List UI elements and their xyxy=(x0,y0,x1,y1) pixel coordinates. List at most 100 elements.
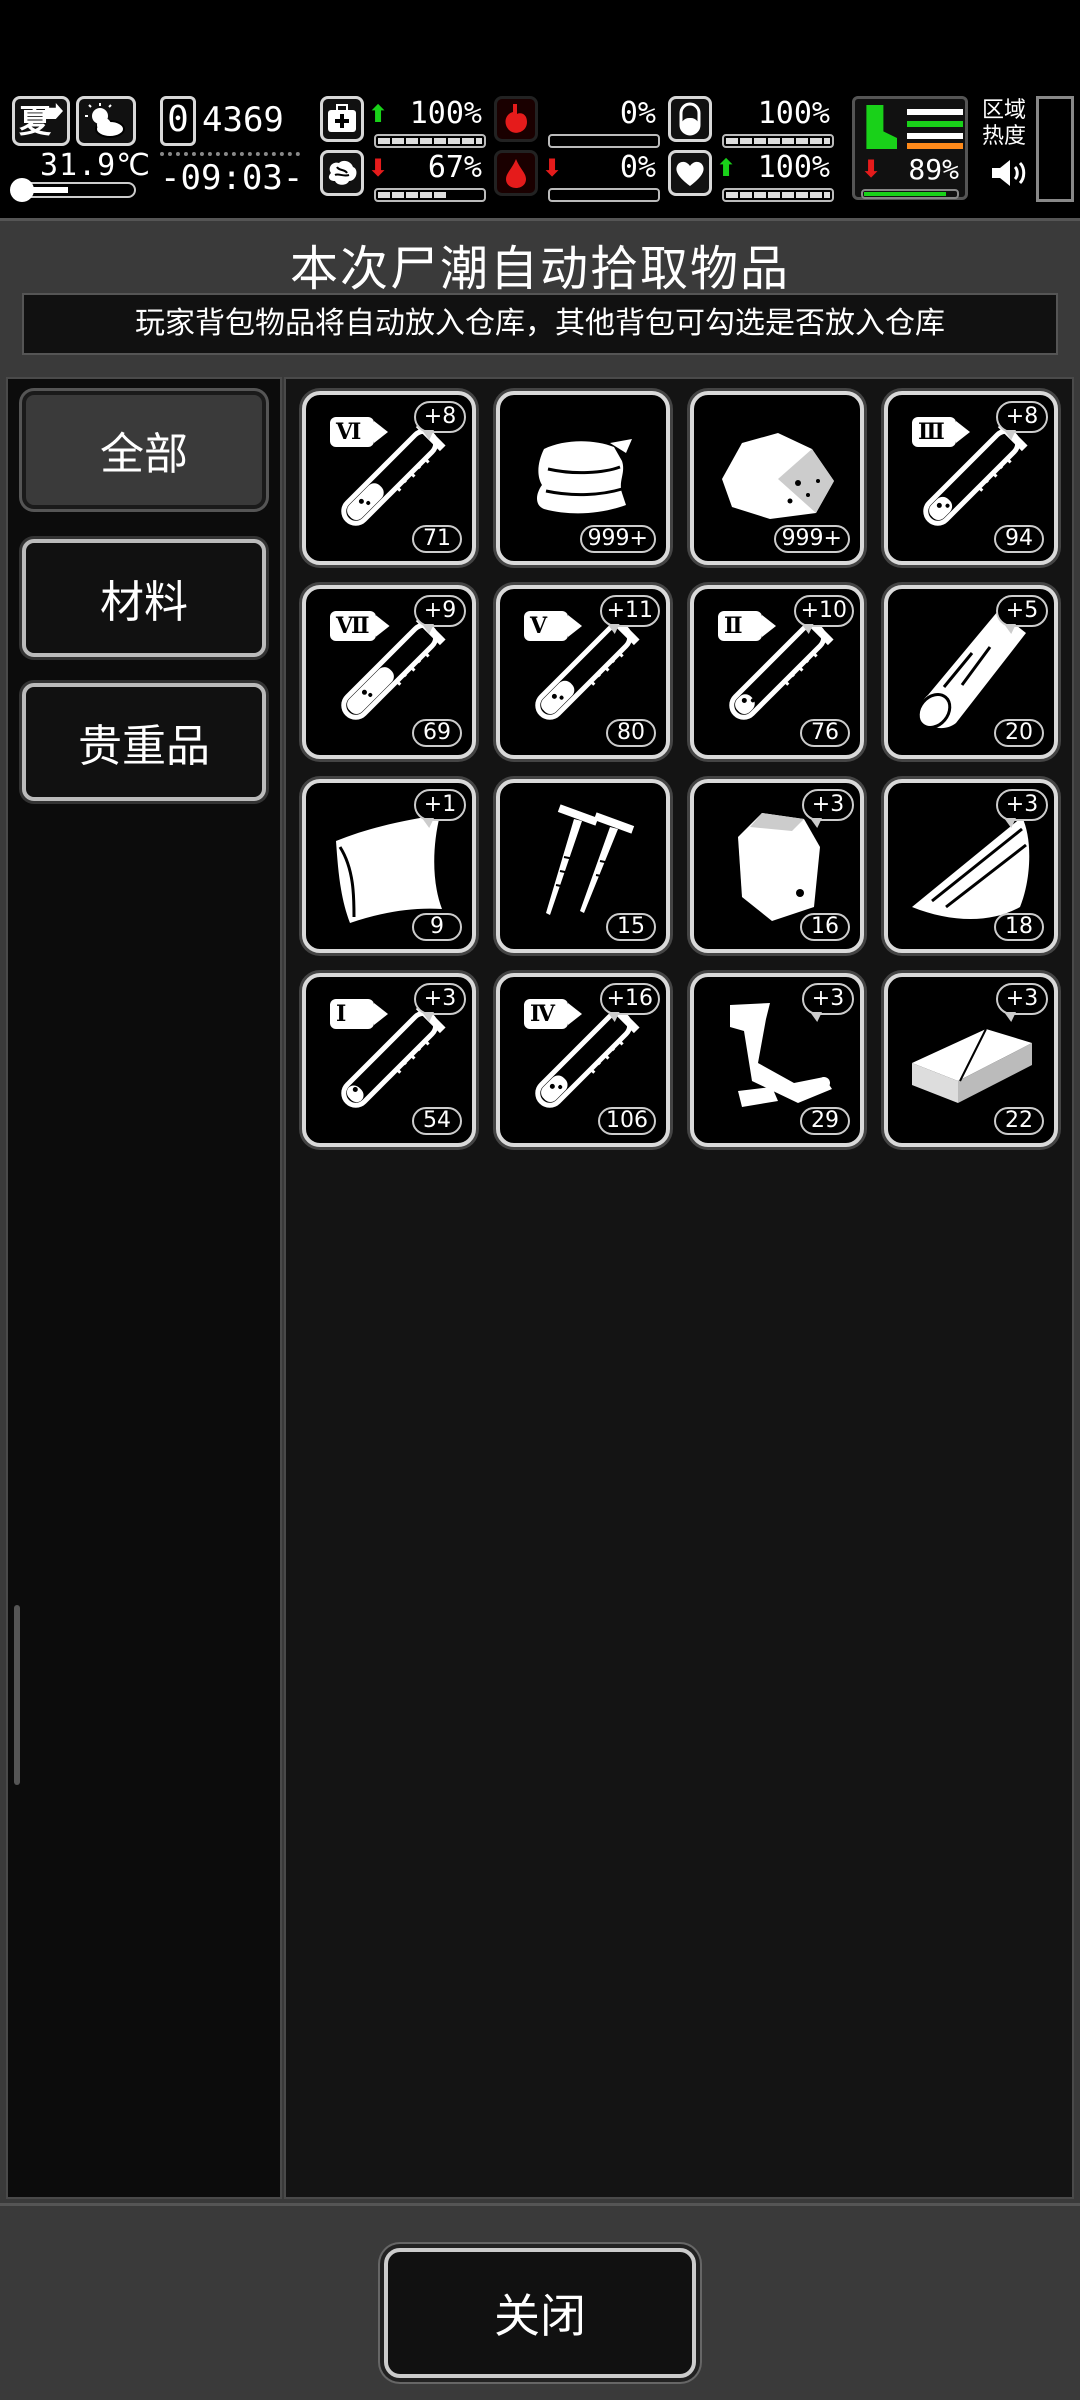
item-bonus-badge: +8 xyxy=(996,401,1048,433)
item-bonus-badge: +8 xyxy=(414,401,466,433)
stat-thirst[interactable]: 100% xyxy=(668,96,834,148)
item-grid: Ⅵ +8 71 999+ 999+ Ⅲ +8 94 Ⅶ +9 69 Ⅴ +11 80 Ⅱ +10 76 +5 20 +… xyxy=(302,391,1062,1147)
item-slot[interactable]: Ⅶ +9 69 xyxy=(302,585,476,759)
stat-heart[interactable]: ⬆ 100% xyxy=(668,150,834,202)
item-count: 18 xyxy=(994,913,1044,941)
item-grade-badge: Ⅰ xyxy=(330,999,374,1029)
item-count: 22 xyxy=(994,1107,1044,1135)
item-slot[interactable]: 999+ xyxy=(690,391,864,565)
close-button[interactable]: 关闭 xyxy=(384,2248,696,2378)
item-slot[interactable]: +1 9 xyxy=(302,779,476,953)
thermometer-icon xyxy=(10,178,136,202)
status-bar: 夏 31.9℃ 0 4369 -09:03- ⬆ 100% 0% 100% ⬇ … xyxy=(0,88,1080,208)
zone-label-line-1: 区域 xyxy=(982,98,1027,123)
item-grade-badge: Ⅱ xyxy=(718,611,762,641)
item-grade-badge: Ⅴ xyxy=(524,611,568,641)
item-count: 999+ xyxy=(579,525,656,553)
zone-label-line-2: 热度 xyxy=(982,124,1027,149)
arrow-up-icon: ⬆ xyxy=(368,100,389,128)
weather-button[interactable] xyxy=(76,96,136,146)
tab-valuables[interactable]: 贵重品 xyxy=(22,683,266,801)
stat-mental[interactable]: ⬇ 67% xyxy=(320,150,486,202)
category-sidebar: 全部 材料 贵重品 xyxy=(6,377,282,2199)
item-bonus-badge: +3 xyxy=(996,789,1048,821)
stat-health-value: 100% xyxy=(409,96,482,131)
panel-subtitle: 玩家背包物品将自动放入仓库，其他背包可勾选是否放入仓库 xyxy=(22,293,1058,355)
item-grade-badge: Ⅵ xyxy=(330,417,374,447)
capsule-icon xyxy=(668,96,712,142)
sidebar-scrollbar[interactable] xyxy=(14,1605,20,1785)
money-readout: 4369 xyxy=(202,100,284,140)
item-count: 20 xyxy=(994,719,1044,747)
item-slot[interactable]: Ⅴ +11 80 xyxy=(496,585,670,759)
arrow-down-icon: ⬇ xyxy=(861,155,882,183)
stat-mental-value: 67% xyxy=(427,150,482,185)
stamina-bar xyxy=(861,189,959,199)
stomach-icon xyxy=(494,96,538,142)
item-count: 106 xyxy=(598,1107,656,1135)
zone-heat-label: 区域 热度 xyxy=(982,98,1032,150)
item-bonus-badge: +3 xyxy=(996,983,1048,1015)
item-grid-area: Ⅵ +8 71 999+ 999+ Ⅲ +8 94 Ⅶ +9 69 Ⅴ +11 80 Ⅱ +10 76 +5 20 +… xyxy=(284,377,1074,2199)
tab-all[interactable]: 全部 xyxy=(22,391,266,509)
first-aid-kit-icon xyxy=(320,96,364,142)
season-indicator[interactable]: 夏 xyxy=(12,96,70,146)
arrow-up-icon: ⬆ xyxy=(716,154,737,182)
stat-thirst-bar xyxy=(722,134,834,148)
blood-drop-icon xyxy=(494,150,538,196)
item-slot[interactable]: Ⅲ +8 94 xyxy=(884,391,1058,565)
item-bonus-badge: +1 xyxy=(414,789,466,821)
item-bonus-badge: +10 xyxy=(793,595,854,627)
item-count: 15 xyxy=(606,913,656,941)
item-slot[interactable]: +3 18 xyxy=(884,779,1058,953)
item-bonus-badge: +11 xyxy=(599,595,660,627)
item-slot[interactable]: 999+ xyxy=(496,391,670,565)
arrow-down-icon: ⬇ xyxy=(542,154,563,182)
stat-bleeding-value: 0% xyxy=(619,150,656,185)
item-bonus-badge: +3 xyxy=(802,789,854,821)
stat-heart-bar xyxy=(722,188,834,202)
item-slot[interactable]: Ⅰ +3 54 xyxy=(302,973,476,1147)
stamina-value: 89% xyxy=(908,153,959,186)
item-slot[interactable]: Ⅱ +10 76 xyxy=(690,585,864,759)
item-slot[interactable]: +5 20 xyxy=(884,585,1058,759)
arrow-down-icon: ⬇ xyxy=(368,154,389,182)
stat-hunger[interactable]: 0% xyxy=(494,96,660,148)
stripe-orange xyxy=(907,143,963,149)
stat-bleeding-bar xyxy=(548,188,660,202)
stat-health[interactable]: ⬆ 100% xyxy=(320,96,486,148)
stat-health-bar xyxy=(374,134,486,148)
stat-thirst-value: 100% xyxy=(757,96,830,131)
temperature-readout: 31.9℃ xyxy=(40,148,151,183)
item-count: 94 xyxy=(994,525,1044,553)
app-root: 夏 31.9℃ 0 4369 -09:03- ⬆ 100% 0% 100% ⬇ … xyxy=(0,0,1080,2400)
item-grade-badge: Ⅳ xyxy=(524,999,568,1029)
item-bonus-badge: +3 xyxy=(802,983,854,1015)
stripe-white-2 xyxy=(907,133,963,139)
speaker-icon[interactable] xyxy=(990,156,1030,190)
item-slot[interactable]: 15 xyxy=(496,779,670,953)
stripe-green xyxy=(907,121,963,127)
stat-hunger-value: 0% xyxy=(619,96,656,131)
day-counter: 0 xyxy=(160,96,196,146)
item-slot[interactable]: +3 29 xyxy=(690,973,864,1147)
item-count: 999+ xyxy=(773,525,850,553)
stat-bleeding[interactable]: ⬇ 0% xyxy=(494,150,660,202)
item-slot[interactable]: Ⅵ +8 71 xyxy=(302,391,476,565)
item-grade-badge: Ⅲ xyxy=(912,417,956,447)
tab-materials[interactable]: 材料 xyxy=(22,539,266,657)
item-slot[interactable]: +3 22 xyxy=(884,973,1058,1147)
stripe-white xyxy=(907,109,963,115)
item-slot[interactable]: +3 16 xyxy=(690,779,864,953)
item-bonus-badge: +5 xyxy=(996,595,1048,627)
item-count: 54 xyxy=(412,1107,462,1135)
clock-readout: -09:03- xyxy=(160,158,304,198)
stat-heart-value: 100% xyxy=(757,150,830,185)
item-count: 76 xyxy=(800,719,850,747)
brain-icon xyxy=(320,150,364,196)
panel-footer: 关闭 xyxy=(0,2203,1080,2400)
item-slot[interactable]: Ⅳ +16 106 xyxy=(496,973,670,1147)
item-count: 69 xyxy=(412,719,462,747)
stat-health-fill xyxy=(378,138,482,144)
stamina-panel[interactable]: ⬇ 89% xyxy=(852,96,968,200)
